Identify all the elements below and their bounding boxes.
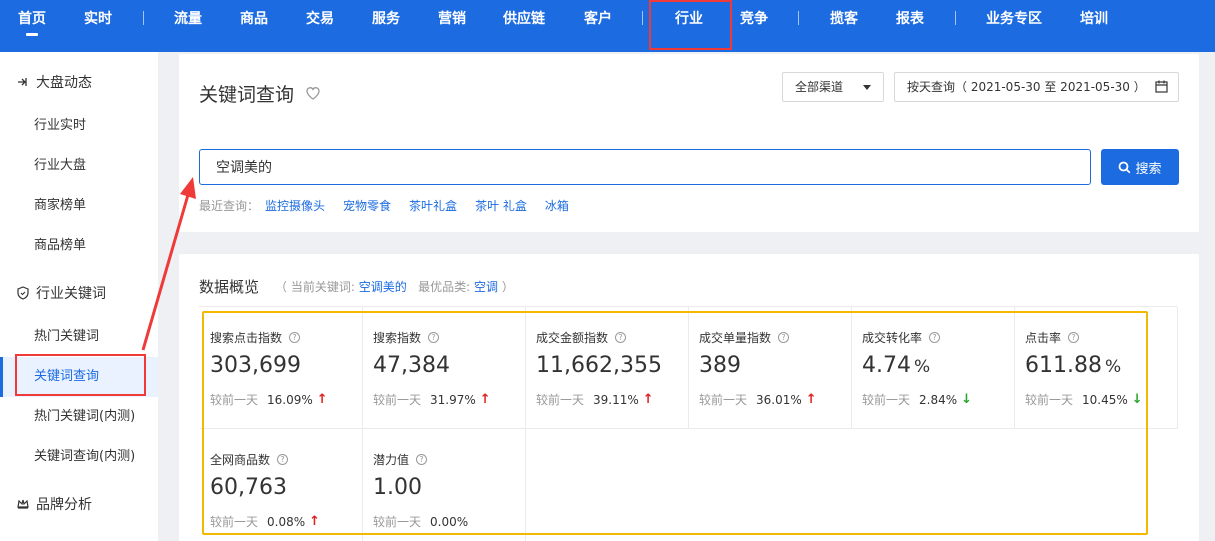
nav-item[interactable]: 实时 bbox=[84, 10, 112, 28]
sidebar-group-label: 品牌分析 bbox=[36, 497, 92, 513]
shield-icon bbox=[17, 286, 29, 300]
overview-meta: （ 当前关键词: 空调美的 最优品类: 空调 ） bbox=[275, 278, 514, 295]
sidebar-group-market[interactable]: 大盘动态 bbox=[16, 72, 92, 92]
recent-query-link[interactable]: 宠物零食 bbox=[343, 197, 391, 214]
nav-active-indicator bbox=[26, 33, 38, 36]
nav-item[interactable]: 商品 bbox=[240, 10, 268, 28]
nav-item[interactable]: 供应链 bbox=[503, 10, 545, 28]
nav-separator bbox=[798, 11, 799, 25]
recent-query-link[interactable]: 茶叶 礼盒 bbox=[475, 197, 527, 214]
nav-item[interactable]: 交易 bbox=[306, 10, 334, 28]
nav-separator bbox=[642, 11, 643, 25]
search-button[interactable]: 搜索 bbox=[1101, 149, 1179, 185]
nav-item[interactable]: 揽客 bbox=[830, 10, 858, 28]
annotation-highlight-industry bbox=[649, 0, 732, 50]
recent-query-link[interactable]: 茶叶礼盒 bbox=[409, 197, 457, 214]
nav-item[interactable]: 首页 bbox=[18, 10, 46, 28]
sidebar-item-products[interactable]: 商品榜单 bbox=[0, 226, 158, 266]
sidebar-item-keyword-query-beta[interactable]: 关键词查询(内测) bbox=[0, 437, 158, 477]
sidebar-group-brand[interactable]: 品牌分析 bbox=[16, 494, 92, 514]
metrics-grid: 搜索点击指数? 303,699 较前一天 16.09% ↑ 搜索指数? 47,384 较前一天… bbox=[199, 306, 1178, 541]
overview-title: 数据概览 bbox=[199, 278, 260, 296]
sidebar-group-label: 行业关键词 bbox=[36, 286, 106, 302]
sidebar-item-hot-keywords-beta[interactable]: 热门关键词(内测) bbox=[0, 397, 158, 437]
sidebar-item-hot-keywords[interactable]: 热门关键词 bbox=[0, 317, 158, 357]
meta-suffix: ） bbox=[498, 280, 514, 294]
nav-separator bbox=[955, 11, 956, 25]
meta-prefix: （ 当前关键词: bbox=[275, 280, 359, 294]
recent-query-link[interactable]: 监控摄像头 bbox=[265, 197, 325, 214]
recent-queries: 最近查询： 监控摄像头 宠物零食 茶叶礼盒 茶叶 礼盒 冰箱 bbox=[199, 197, 587, 214]
sidebar-item-shops[interactable]: 商家榜单 bbox=[0, 186, 158, 226]
nav-item[interactable]: 客户 bbox=[584, 10, 612, 28]
search-icon bbox=[1119, 161, 1131, 173]
best-category[interactable]: 空调 bbox=[474, 280, 498, 294]
sidebar-group-keywords[interactable]: 行业关键词 bbox=[16, 283, 106, 303]
current-keyword[interactable]: 空调美的 bbox=[359, 280, 407, 294]
date-picker[interactable]: 按天查询（ 2021-05-30 至 2021-05-30 ） bbox=[894, 72, 1179, 102]
recent-queries-label: 最近查询： bbox=[199, 199, 260, 213]
nav-item[interactable]: 报表 bbox=[896, 10, 924, 28]
keyword-search-input[interactable] bbox=[199, 149, 1091, 185]
top-nav: 首页 实时 流量 商品 交易 服务 营销 供应链 客户 行业 竞争 揽客 报表 业务专区 培训 bbox=[0, 0, 1215, 52]
crown-icon bbox=[17, 499, 29, 509]
sidebar-group-label: 大盘动态 bbox=[36, 75, 92, 91]
channel-select[interactable]: 全部渠道 bbox=[782, 72, 884, 102]
nav-item[interactable]: 培训 bbox=[1080, 10, 1108, 28]
nav-item[interactable]: 竞争 bbox=[740, 10, 768, 28]
pointer-icon bbox=[18, 78, 27, 86]
sidebar-item-overview[interactable]: 行业大盘 bbox=[0, 146, 158, 186]
channel-select-value: 全部渠道 bbox=[795, 80, 844, 94]
nav-item[interactable]: 服务 bbox=[372, 10, 400, 28]
page-title: 关键词查询 bbox=[199, 84, 295, 106]
meta-mid: 最优品类: bbox=[418, 280, 475, 294]
date-range-value: 按天查询（ 2021-05-30 至 2021-05-30 ） bbox=[907, 80, 1146, 94]
query-card: 关键词查询 全部渠道 按天查询（ 2021-05-30 至 2021-05-30… bbox=[179, 54, 1199, 232]
sidebar: 大盘动态 行业实时 行业大盘 商家榜单 商品榜单 行业关键词 热门关键词 关键词… bbox=[0, 52, 158, 541]
nav-separator bbox=[143, 11, 144, 25]
annotation-highlight-metrics bbox=[202, 311, 1148, 535]
caret-down-icon bbox=[863, 85, 871, 90]
nav-item[interactable]: 流量 bbox=[174, 10, 202, 28]
nav-item[interactable]: 业务专区 bbox=[986, 10, 1042, 28]
search-button-label: 搜索 bbox=[1135, 160, 1162, 176]
heart-icon[interactable] bbox=[304, 84, 322, 102]
annotation-highlight-keyword-query bbox=[15, 354, 146, 396]
calendar-icon bbox=[1155, 80, 1168, 93]
nav-item[interactable]: 营销 bbox=[438, 10, 466, 28]
recent-query-link[interactable]: 冰箱 bbox=[545, 197, 569, 214]
sidebar-item-realtime[interactable]: 行业实时 bbox=[0, 106, 158, 146]
